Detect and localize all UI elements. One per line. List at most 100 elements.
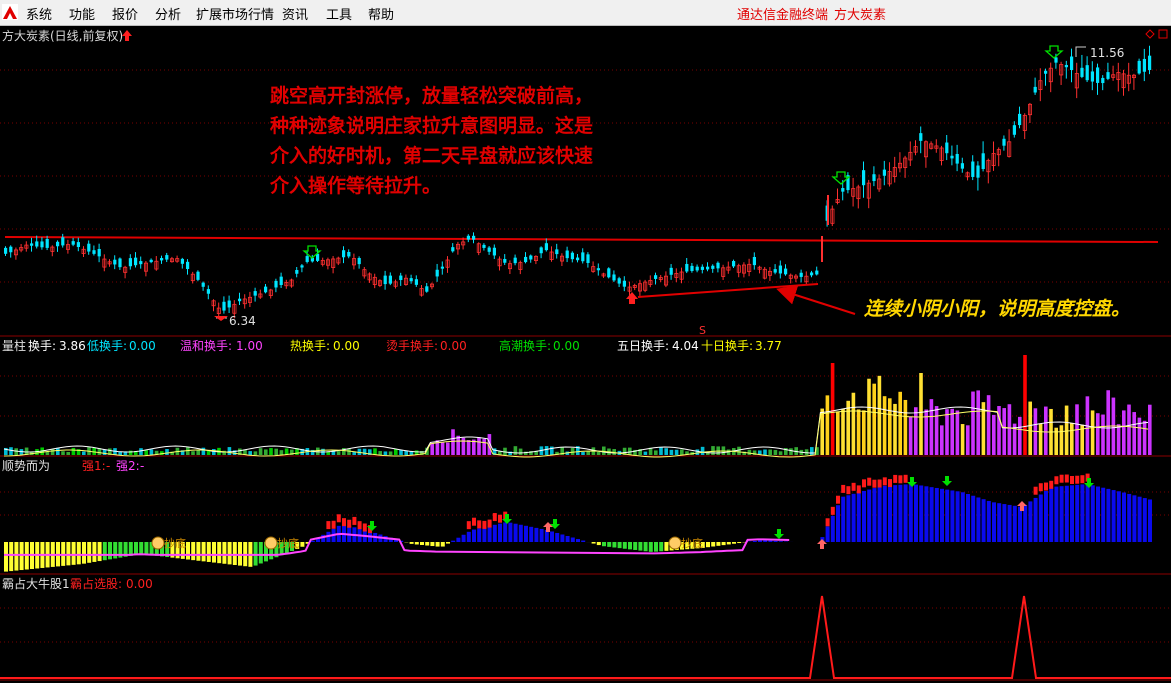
candle-body bbox=[56, 241, 60, 247]
volume-bar bbox=[903, 399, 908, 455]
volume-bar bbox=[820, 408, 824, 455]
trend-hot-bar bbox=[466, 521, 471, 530]
volume-bar bbox=[461, 437, 466, 455]
trend-bar bbox=[836, 505, 840, 542]
trend-bar bbox=[238, 542, 242, 566]
menu-item-news[interactable]: 资讯 bbox=[282, 4, 308, 23]
menu-item-tools[interactable]: 工具 bbox=[326, 4, 352, 23]
menu-item-analysis[interactable]: 分析 bbox=[155, 4, 181, 23]
volume-bar bbox=[877, 375, 882, 455]
volume-bar bbox=[914, 407, 918, 455]
trend-bar bbox=[1127, 493, 1132, 542]
volume-bar bbox=[1028, 401, 1032, 455]
menu-item-extended-market[interactable]: 扩展市场行情 bbox=[196, 4, 274, 23]
volume-bar bbox=[680, 449, 684, 455]
trend-bar bbox=[539, 528, 544, 542]
trend-bar bbox=[596, 542, 601, 546]
candle-body bbox=[279, 276, 283, 285]
down-arrow-icon bbox=[1044, 45, 1064, 59]
volume-bar bbox=[841, 408, 845, 455]
trend-bar bbox=[1007, 504, 1012, 542]
svg-text:十日换手:: 十日换手: bbox=[701, 339, 753, 353]
volume-bar bbox=[674, 449, 679, 455]
candle-body bbox=[186, 261, 190, 269]
volume-bar bbox=[388, 451, 393, 455]
svg-text:强1:: 强1: bbox=[82, 459, 106, 473]
candle-body bbox=[388, 275, 392, 284]
volume-bar bbox=[960, 424, 965, 455]
svg-text:0.00: 0.00 bbox=[126, 577, 153, 591]
trend-hot-bar bbox=[898, 475, 903, 484]
trend-hot-bar bbox=[1070, 475, 1074, 484]
volume-bar bbox=[986, 395, 991, 455]
trend-bar bbox=[997, 503, 1002, 542]
volume-bar bbox=[825, 395, 830, 455]
candle-body bbox=[778, 265, 782, 274]
volume-bar bbox=[908, 416, 913, 455]
trend-bar bbox=[1106, 488, 1111, 542]
candle-body bbox=[92, 250, 96, 254]
candle-body bbox=[35, 241, 39, 247]
volume-bar bbox=[253, 451, 258, 455]
volume-bar bbox=[1106, 390, 1110, 455]
candle-body bbox=[555, 249, 559, 255]
menu-item-help[interactable]: 帮助 bbox=[368, 4, 394, 23]
candle-body bbox=[1085, 65, 1089, 81]
trend-bar bbox=[581, 540, 586, 542]
candle-body bbox=[222, 301, 226, 311]
diamond-icon[interactable] bbox=[1145, 29, 1155, 39]
trend-bar bbox=[1018, 506, 1022, 542]
trend-hot-bar bbox=[498, 514, 502, 523]
trend-bar bbox=[513, 523, 518, 542]
candle-body bbox=[669, 267, 673, 275]
bull-panel-header: 霸占大牛股1 霸占选股: 0.00 bbox=[2, 576, 153, 591]
menu-item-system[interactable]: 系统 bbox=[26, 4, 52, 23]
trend-hot-bar bbox=[362, 523, 367, 532]
volume-bar bbox=[955, 410, 960, 455]
menu-item-quotes[interactable]: 报价 bbox=[112, 4, 138, 23]
candle-body bbox=[513, 257, 517, 264]
up-arrow-icon bbox=[817, 539, 827, 549]
candle-body bbox=[4, 247, 8, 254]
trend-bar bbox=[446, 542, 450, 544]
trend-hot-bar bbox=[1033, 486, 1038, 495]
candle-body bbox=[529, 255, 533, 260]
trend-bar bbox=[461, 534, 466, 542]
volume-bars bbox=[4, 355, 1152, 455]
trend-bar bbox=[643, 542, 648, 552]
candle-body bbox=[264, 286, 268, 293]
candle-body bbox=[342, 250, 346, 258]
volume-bar bbox=[898, 391, 902, 455]
trend-bar bbox=[1075, 484, 1080, 542]
candle-body bbox=[773, 269, 777, 273]
trend-bar bbox=[186, 542, 190, 560]
svg-text:介入的好时机，第二天早盘就应该快速: 介入的好时机，第二天早盘就应该快速 bbox=[269, 144, 593, 167]
candle-body bbox=[1033, 86, 1037, 93]
volume-bar bbox=[128, 450, 133, 455]
volume-bar bbox=[451, 429, 455, 455]
volume-bar bbox=[846, 400, 850, 455]
support-line bbox=[637, 283, 819, 298]
volume-bar bbox=[695, 449, 700, 455]
maximize-icon[interactable] bbox=[1158, 29, 1168, 39]
trend-bar bbox=[134, 542, 138, 555]
svg-text:3.77: 3.77 bbox=[755, 339, 782, 353]
trend-bar bbox=[934, 487, 939, 542]
chart-title: 方大炭素(日线,前复权) bbox=[2, 28, 123, 43]
volume-bar bbox=[700, 446, 705, 455]
trend-bar bbox=[898, 484, 903, 542]
candle-body bbox=[76, 242, 80, 247]
trend-bar bbox=[867, 489, 872, 542]
candle-body bbox=[472, 235, 476, 240]
trend-bar bbox=[763, 540, 768, 542]
trend-bar bbox=[773, 540, 778, 542]
candle-body bbox=[586, 254, 590, 263]
volume-bar bbox=[836, 411, 840, 455]
volume-bar bbox=[747, 449, 752, 455]
candle-body bbox=[576, 257, 580, 261]
trend-bar bbox=[1090, 485, 1095, 542]
trend-bar bbox=[950, 490, 955, 542]
trend-bar bbox=[846, 495, 851, 542]
trend-bar bbox=[108, 542, 112, 560]
menu-item-function[interactable]: 功能 bbox=[69, 4, 95, 23]
